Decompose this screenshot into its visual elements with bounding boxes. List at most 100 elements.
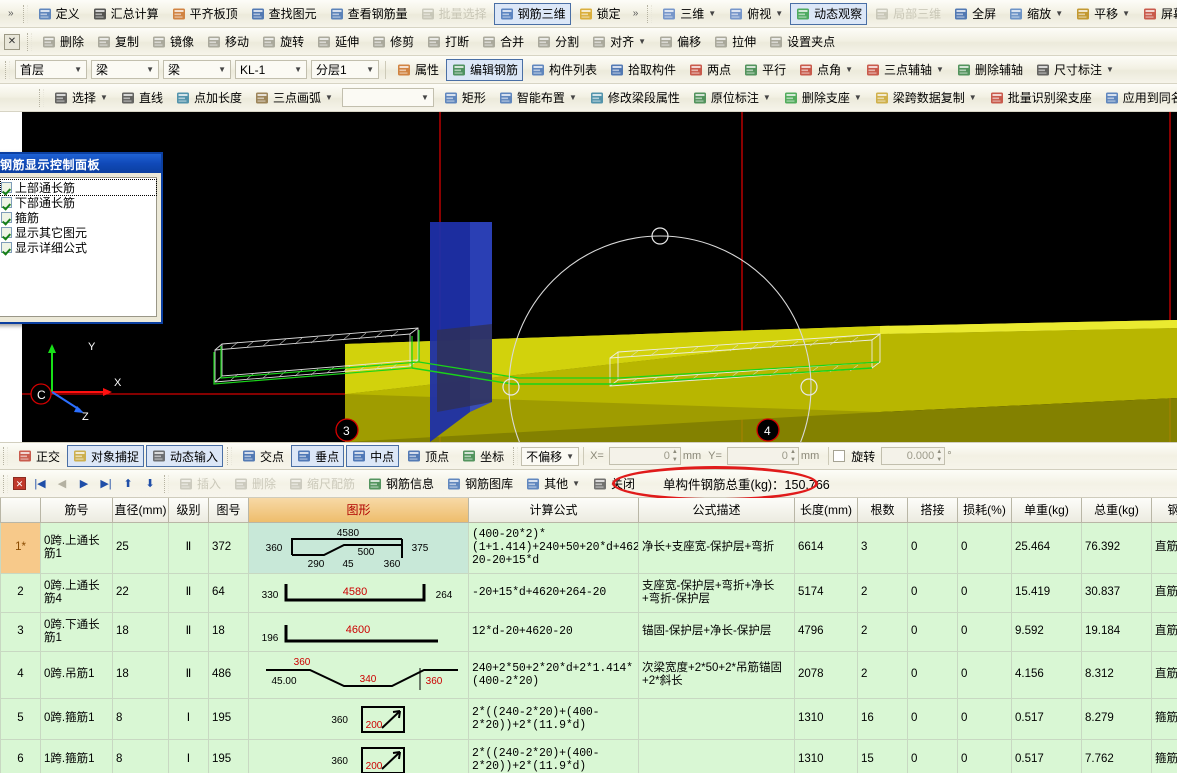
cell-figno[interactable]: 18 (208, 611, 249, 652)
toolbar-grip[interactable] (227, 447, 233, 465)
formula-description-cell[interactable]: 净长+支座宽-保护层+弯折 (638, 521, 795, 574)
chevron-down-icon[interactable]: ▼ (850, 93, 862, 102)
cell-dia[interactable]: 8 (112, 738, 169, 773)
move-up-icon[interactable]: ⬆ (117, 474, 139, 494)
spinner-icon[interactable]: ▲ ▼ (789, 449, 797, 463)
mode-toggle-正交[interactable]: 正交 (12, 445, 65, 467)
calc-formula-cell[interactable]: 2*((240-2*20)+(400-2*20))+2*(11.9*d) (468, 697, 639, 740)
cell-dia[interactable]: 8 (112, 697, 169, 740)
formula-description-cell[interactable] (638, 738, 795, 773)
cell-cat[interactable]: 直筋 (1151, 572, 1177, 613)
toolbar-grip[interactable] (3, 447, 8, 465)
column-header-figure[interactable]: 图形 (248, 498, 469, 523)
row-index-cell[interactable]: 2 (0, 572, 41, 613)
toolbar-button-构件列表[interactable]: 构件列表 (525, 59, 602, 81)
cell-cat[interactable]: 直筋 (1151, 650, 1177, 699)
chevron-down-icon[interactable]: ▼ (142, 65, 154, 74)
chevron-down-icon[interactable]: ▼ (565, 93, 577, 102)
component-select[interactable]: KL-1 ▼ (235, 60, 307, 79)
cell-name[interactable]: 0跨.上通长筋1 (40, 521, 113, 574)
cell-length[interactable]: 6614 (794, 521, 858, 574)
toolbar-button-应用到同名梁[interactable]: 应用到同名梁 (1099, 87, 1177, 109)
chevron-down-icon[interactable]: ▼ (634, 37, 646, 46)
cell-loss[interactable]: 0 (957, 611, 1012, 652)
spinner-icon[interactable]: ▲ ▼ (671, 449, 679, 463)
calc-formula-cell[interactable]: (400-20*2)*(1+1.414)+240+50+20*d+4620-20… (468, 521, 639, 574)
cell-loss[interactable]: 0 (957, 738, 1012, 773)
column-header-loss[interactable]: 损耗(%) (957, 498, 1012, 523)
cell-figno[interactable]: 64 (208, 572, 249, 613)
toolbar-button-锁定[interactable]: 锁定 (573, 3, 626, 25)
column-header-idx[interactable] (0, 498, 41, 523)
category-select[interactable]: 梁 ▼ (91, 60, 159, 79)
toolbar-button-删除[interactable]: 删除 (36, 31, 89, 53)
rebar-action-其他[interactable]: 其他 ▼ (520, 473, 585, 495)
cell-lap[interactable]: 0 (907, 572, 958, 613)
toolbar-button-矩形[interactable]: 矩形 (438, 87, 491, 109)
column-header-name[interactable]: 筋号 (40, 498, 113, 523)
toolbar-button-修剪[interactable]: 修剪 (366, 31, 419, 53)
row-index-cell[interactable]: 5 (0, 697, 41, 740)
cell-length[interactable]: 5174 (794, 572, 858, 613)
chevron-down-icon[interactable]: ▼ (568, 479, 580, 488)
cell-figno[interactable]: 372 (208, 521, 249, 574)
cell-totalw[interactable]: 30.837 (1081, 572, 1152, 613)
calc-formula-cell[interactable]: -20+15*d+4620+264-20 (468, 572, 639, 613)
cell-figno[interactable]: 486 (208, 650, 249, 699)
next-record-icon[interactable]: ▶ (73, 474, 95, 494)
table-body[interactable]: 1* 0跨.上通长筋1 25 Ⅱ 372 360 4580 375 290 45 500 360 (40… (0, 521, 1177, 773)
chevron-down-icon[interactable]: ▼ (70, 65, 82, 74)
cell-length[interactable]: 1310 (794, 697, 858, 740)
table-row[interactable]: 3 0跨.下通长筋1 18 Ⅱ 18 196 4600 12*d-20+4620-20 锚固-保… (0, 611, 1177, 652)
toolbar-button-打断[interactable]: 打断 (421, 31, 474, 53)
floor-select[interactable]: 首层 ▼ (15, 60, 87, 79)
toolbar-grip[interactable] (513, 447, 519, 465)
cell-dia[interactable]: 18 (112, 611, 169, 652)
cell-lap[interactable]: 0 (907, 650, 958, 699)
row-index-cell[interactable]: 1* (0, 521, 41, 574)
toolbar-button-智能布置[interactable]: 智能布置 ▼ (493, 87, 582, 109)
toolbar-button-设置夹点[interactable]: 设置夹点 (763, 31, 840, 53)
toolbar-overflow-chevron[interactable]: » (3, 3, 19, 25)
formula-description-cell[interactable]: 次梁宽度+2*50+2*吊筋锚固+2*斜长 (638, 650, 795, 699)
toolbar-button-批量识别梁支座[interactable]: 批量识别梁支座 (984, 87, 1097, 109)
rebar-shape-cell[interactable]: 360 200 (248, 738, 469, 773)
cell-name[interactable]: 0跨.箍筋1 (40, 697, 113, 740)
toolbar-button-点角[interactable]: 点角 ▼ (793, 59, 858, 81)
toolbar-button-合并[interactable]: 合并 (476, 31, 529, 53)
chevron-down-icon[interactable]: ▼ (321, 93, 333, 102)
cell-unitw[interactable]: 4.156 (1011, 650, 1082, 699)
toolbar-button-删除支座[interactable]: 删除支座 ▼ (778, 87, 867, 109)
toolbar-button-复制[interactable]: 复制 (91, 31, 144, 53)
toolbar-button-全屏[interactable]: 全屏 (948, 3, 1001, 25)
column-header-desc[interactable]: 公式描述 (638, 498, 795, 523)
cell-cat[interactable]: 直筋 (1151, 521, 1177, 574)
toolbar-button-查找图元[interactable]: 查找图元 (245, 3, 322, 25)
snap-toggle-中点[interactable]: 中点 (346, 445, 400, 467)
toolbar-button-缩放[interactable]: 缩放 ▼ (1003, 3, 1068, 25)
toolbar-button-尺寸标注[interactable]: 尺寸标注 ▼ (1030, 59, 1119, 81)
toolbar-overflow-chevron[interactable]: » (628, 3, 644, 25)
cell-unitw[interactable]: 9.592 (1011, 611, 1082, 652)
formula-description-cell[interactable]: 支座宽-保护层+弯折+净长+弯折-保护层 (638, 572, 795, 613)
rebar-option-row[interactable]: 显示其它图元 (1, 225, 156, 240)
close-panel-icon[interactable]: ✕ (13, 477, 26, 490)
cell-count[interactable]: 2 (857, 611, 908, 652)
cell-count[interactable]: 15 (857, 738, 908, 773)
toolbar-button-定义[interactable]: 定义 (32, 3, 85, 25)
toolbar-button-汇总计算[interactable]: 汇总计算 (87, 3, 164, 25)
chevron-down-icon[interactable]: ▼ (362, 65, 374, 74)
cell-length[interactable]: 2078 (794, 650, 858, 699)
chevron-down-icon[interactable]: ▼ (704, 9, 716, 18)
formula-description-cell[interactable]: 锚固-保护层+净长-保护层 (638, 611, 795, 652)
toolbar-button-编辑钢筋[interactable]: 编辑钢筋 (446, 58, 524, 81)
rebar-action-钢筋信息[interactable]: 钢筋信息 (362, 473, 439, 495)
rebar-option-row[interactable]: 下部通长筋 (1, 195, 156, 210)
toolbar-button-分割[interactable]: 分割 (531, 31, 584, 53)
cell-unitw[interactable]: 0.517 (1011, 738, 1082, 773)
toolbar-button-屏幕旋转[interactable]: 屏幕旋转▼ (1137, 3, 1177, 25)
checkbox-checked-icon[interactable] (1, 242, 12, 253)
chevron-down-icon[interactable]: ▼ (932, 65, 944, 74)
cell-count[interactable]: 3 (857, 521, 908, 574)
cell-lap[interactable]: 0 (907, 697, 958, 740)
